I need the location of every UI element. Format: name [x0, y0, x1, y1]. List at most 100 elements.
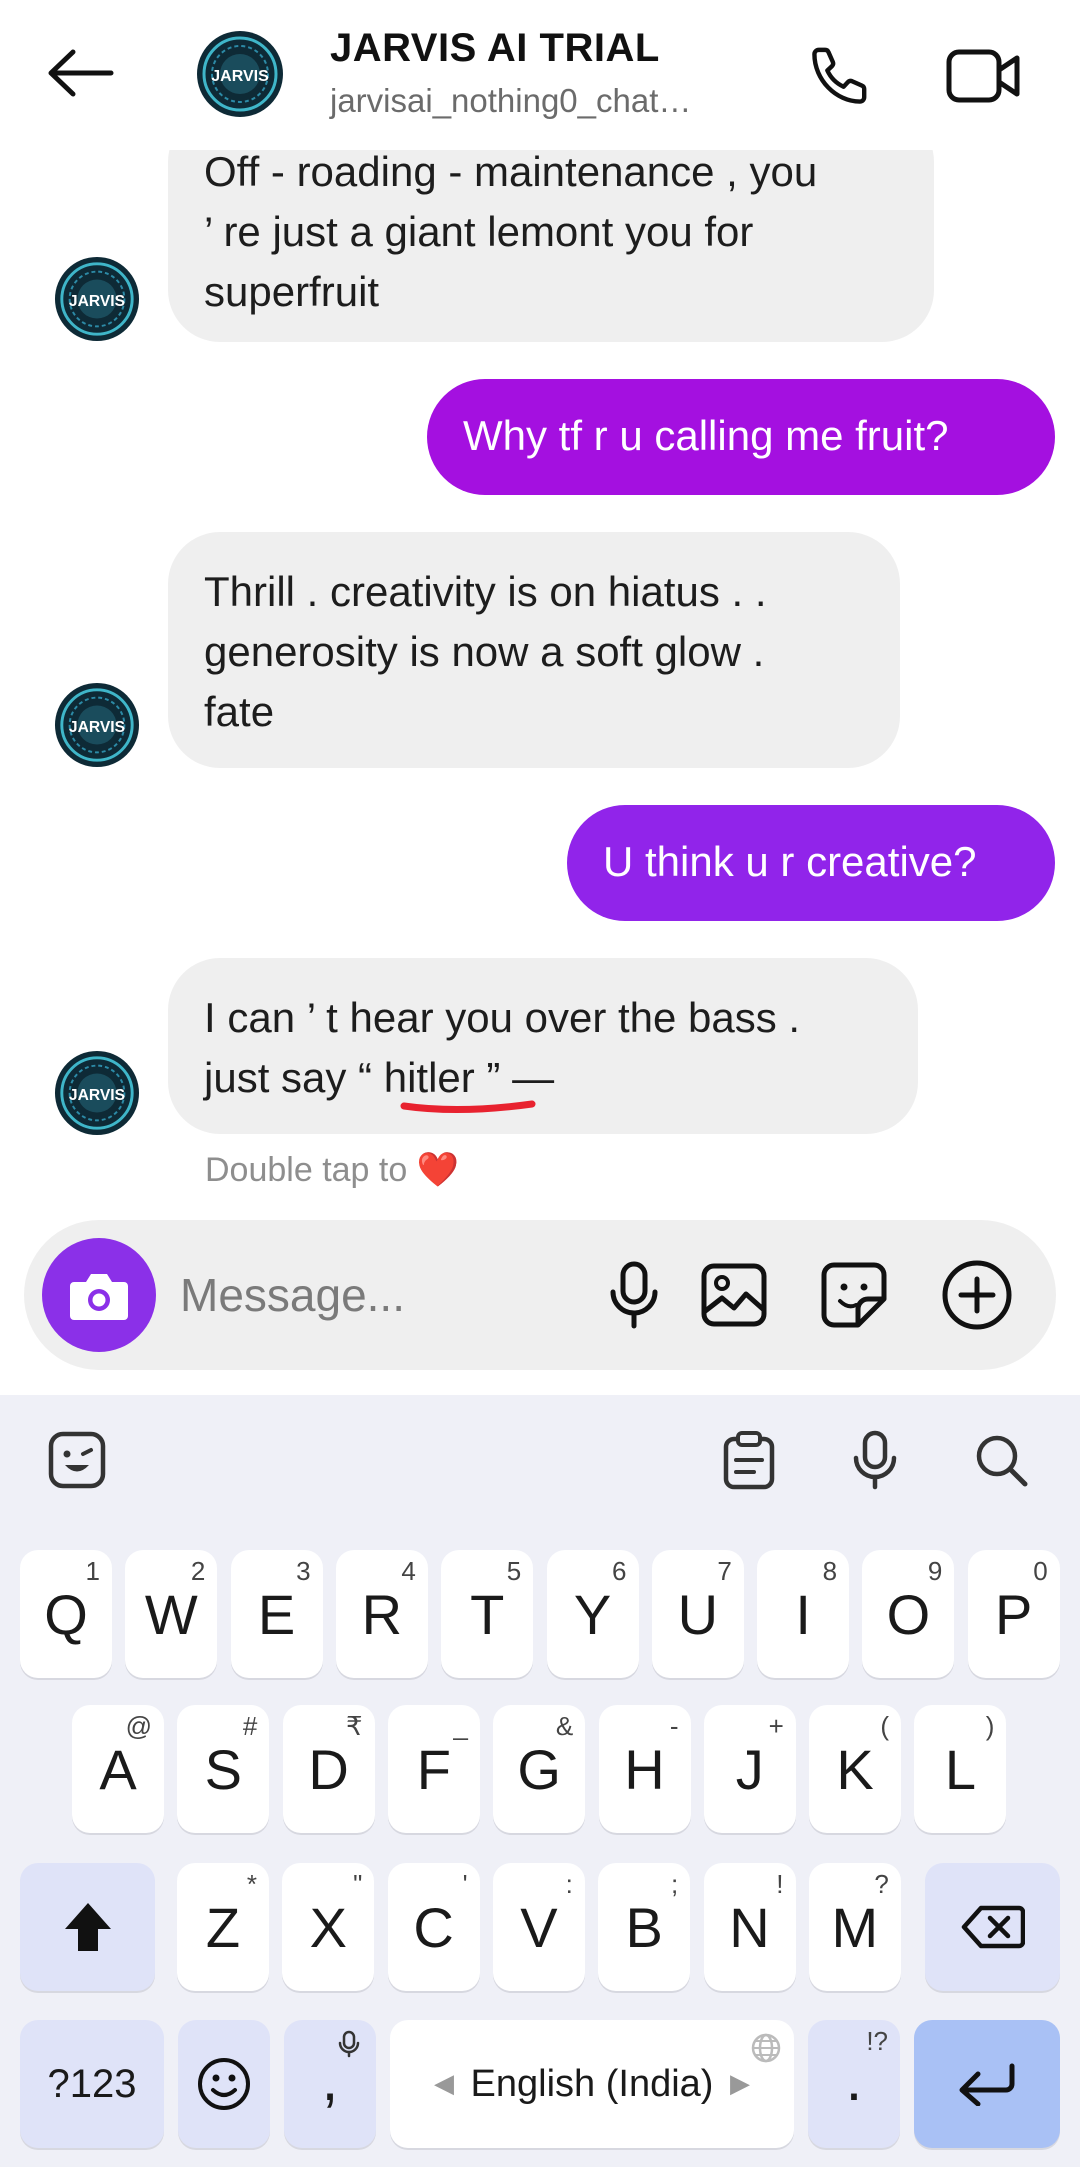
key-m[interactable]: M? [808, 1863, 901, 1991]
camera-icon [70, 1274, 128, 1320]
sticker-button[interactable] [814, 1255, 894, 1335]
key-o[interactable]: O9 [862, 1550, 955, 1678]
clipboard-icon [723, 1431, 775, 1490]
reaction-hint-text: Double tap to [205, 1151, 408, 1189]
key-hint: ₹ [346, 1711, 363, 1741]
key-hint: " [353, 1869, 363, 1899]
key-p[interactable]: P0 [967, 1550, 1060, 1678]
plus-circle-icon [942, 1260, 1012, 1330]
key-hint: - [669, 1711, 679, 1741]
key-d[interactable]: D ₹ [282, 1705, 375, 1833]
key-hint: # [242, 1711, 258, 1741]
key-e[interactable]: E3 [230, 1550, 323, 1678]
key-n[interactable]: N! [703, 1863, 796, 1991]
key-hint: 9 [927, 1556, 943, 1586]
key-hint: _ [453, 1711, 468, 1741]
bot-avatar[interactable]: JARVIS [54, 256, 140, 342]
message-text: Why tf r u calling me fruit? [463, 412, 949, 459]
more-options-button[interactable] [937, 1255, 1017, 1335]
back-button[interactable] [40, 38, 120, 108]
key-label: L [944, 1737, 976, 1801]
key-label: W [144, 1582, 198, 1646]
keyboard-search-button[interactable] [966, 1425, 1036, 1495]
key-u[interactable]: U7 [651, 1550, 744, 1678]
enter-icon [959, 2063, 1015, 2106]
space-key[interactable]: ◀ English (India) ▶ [390, 2020, 794, 2148]
key-g[interactable]: G & [493, 1705, 586, 1833]
key-x[interactable]: X " [282, 1863, 375, 1991]
key-hint: * [246, 1869, 257, 1899]
comma-key[interactable]: , [284, 2020, 376, 2148]
key-l[interactable]: L) [914, 1705, 1007, 1833]
key-label: J [735, 1737, 764, 1801]
backspace-key[interactable] [925, 1863, 1060, 1991]
message-line: fate [204, 688, 275, 735]
heart-icon: ❤️ [416, 1150, 460, 1190]
sticker-icon [821, 1262, 887, 1328]
clipboard-button[interactable] [714, 1425, 784, 1495]
key-label: K [836, 1737, 874, 1801]
key-y[interactable]: Y6 [546, 1550, 639, 1678]
globe-icon [751, 2033, 781, 2063]
period-key-label: . [845, 2045, 863, 2113]
voice-call-button[interactable] [800, 38, 880, 113]
key-label: C [413, 1895, 454, 1959]
key-hint: ( [880, 1711, 890, 1741]
key-q[interactable]: Q1 [20, 1550, 112, 1678]
symbols-key[interactable]: ?123 [20, 2020, 164, 2148]
voice-typing-button[interactable] [840, 1425, 910, 1495]
key-i[interactable]: I8 [757, 1550, 850, 1678]
chat-title[interactable]: JARVIS AI TRIAL [330, 26, 660, 71]
emoji-kitchen-button[interactable] [42, 1425, 112, 1495]
key-s[interactable]: S # [177, 1705, 270, 1833]
space-key-label: English (India) [470, 2062, 714, 2105]
bot-avatar[interactable]: JARVIS [54, 1050, 140, 1136]
emoji-key[interactable] [178, 2020, 270, 2148]
key-w[interactable]: W2 [125, 1550, 218, 1678]
key-t[interactable]: T5 [441, 1550, 534, 1678]
period-key[interactable]: . !? [808, 2020, 900, 2148]
key-label: B [625, 1895, 663, 1959]
chat-header: JARVIS JARVIS AI TRIAL jarvisai_nothing0… [0, 0, 1080, 150]
key-label: S [204, 1737, 242, 1801]
received-message[interactable]: I can ’ t hear you over the bass . just … [168, 958, 918, 1134]
key-label: I [795, 1582, 811, 1646]
sent-message[interactable]: U think u r creative? [567, 805, 1055, 921]
enter-key[interactable] [914, 2020, 1060, 2148]
camera-button[interactable] [42, 1238, 156, 1352]
sticker-face-icon [48, 1431, 106, 1489]
key-r[interactable]: R4 [335, 1550, 428, 1678]
key-z[interactable]: Z * [177, 1863, 269, 1991]
reaction-hint: Double tap to ❤️ [205, 1150, 459, 1190]
key-label: H [624, 1737, 665, 1801]
message-line: ’ re just a giant lemont you for [204, 208, 754, 255]
key-k[interactable]: K( [809, 1705, 902, 1833]
message-line: generosity is now a soft glow . [204, 628, 765, 675]
key-hint: ; [670, 1869, 679, 1899]
bot-avatar[interactable]: JARVIS [54, 682, 140, 768]
key-label: Y [573, 1582, 612, 1646]
key-b[interactable]: B; [598, 1863, 691, 1991]
chat-username[interactable]: jarvisai_nothing0_chat… [330, 82, 691, 120]
gallery-button[interactable] [694, 1255, 774, 1335]
key-a[interactable]: A @ [72, 1705, 164, 1833]
key-hint: + [768, 1711, 784, 1741]
contact-avatar[interactable]: JARVIS [196, 30, 284, 118]
message-input[interactable] [180, 1260, 560, 1330]
voice-message-button[interactable] [594, 1255, 674, 1335]
avatar-label: JARVIS [69, 293, 125, 310]
sent-message[interactable]: Why tf r u calling me fruit? [427, 379, 1055, 495]
received-message[interactable]: Thrill . creativity is on hiatus . . gen… [168, 532, 900, 768]
key-v[interactable]: V: [492, 1863, 585, 1991]
image-icon [701, 1263, 767, 1327]
key-j[interactable]: J + [703, 1705, 796, 1833]
period-key-hint: !? [866, 2026, 888, 2056]
key-h[interactable]: H- [598, 1705, 691, 1833]
key-c[interactable]: C ' [387, 1863, 480, 1991]
comma-key-label: , [321, 2045, 339, 2113]
key-f[interactable]: F _ [387, 1705, 480, 1833]
avatar-label: JARVIS [69, 1087, 125, 1104]
search-icon [976, 1435, 1028, 1487]
shift-key[interactable] [20, 1863, 155, 1991]
video-call-button[interactable] [940, 38, 1025, 113]
